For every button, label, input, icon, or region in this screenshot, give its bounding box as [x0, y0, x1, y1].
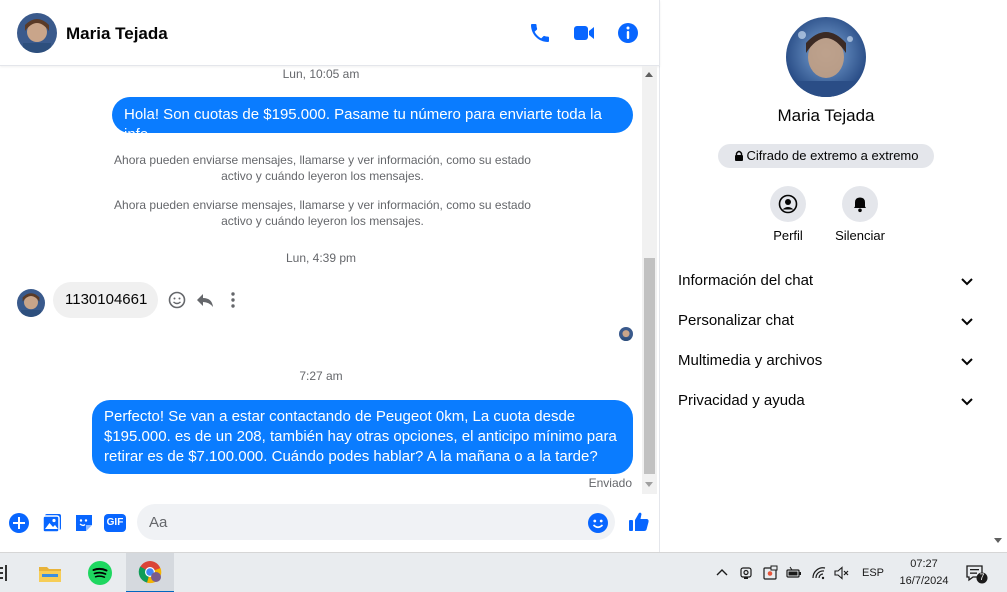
chrome-icon — [138, 561, 162, 584]
contact-avatar-small[interactable] — [17, 289, 45, 317]
read-receipt-avatar — [619, 327, 633, 341]
mute-button[interactable] — [842, 186, 878, 222]
attach-image-icon[interactable] — [41, 512, 63, 534]
bell-icon — [854, 197, 866, 213]
outgoing-message[interactable]: Hola! Son cuotas de $195.000. Pasame tu … — [112, 97, 633, 143]
profile-button[interactable] — [770, 186, 806, 222]
chevron-down-icon — [961, 358, 973, 366]
phone-icon[interactable] — [528, 21, 552, 45]
app-tray-icon[interactable] — [762, 565, 778, 581]
contact-avatar[interactable] — [17, 13, 57, 53]
message-text: $195.000. es de un 208, también hay otra… — [104, 428, 617, 445]
profile-photo[interactable] — [786, 17, 866, 97]
section-label: Información del chat — [678, 272, 814, 289]
scroll-thumb[interactable] — [644, 258, 655, 474]
incoming-message[interactable]: 1130104661 — [53, 282, 158, 318]
section-chat-info[interactable]: Información del chat — [661, 261, 991, 301]
wifi-icon[interactable] — [811, 565, 827, 581]
chevron-up-icon[interactable] — [714, 565, 730, 581]
section-media-files[interactable]: Multimedia y archivos — [661, 341, 991, 381]
messenger-window: Maria Tejada Lun, 10:05 am Hola! Son cuo… — [0, 0, 1007, 592]
profile-label[interactable]: Perfil — [758, 228, 818, 243]
message-text: 1130104661 — [65, 291, 148, 308]
reply-icon[interactable] — [195, 290, 215, 310]
sent-status: Enviado — [588, 476, 632, 490]
message-text: Hola! Son cuotas de $195.000. Pasame tu … — [124, 106, 602, 143]
section-label: Multimedia y archivos — [678, 352, 823, 369]
composer: GIF — [0, 496, 660, 552]
message-text: retirar es de $7.100.000. Cuándo podes h… — [104, 448, 598, 465]
system-message: Ahora pueden enviarse mensajes, llamarse… — [90, 152, 555, 184]
notification-count: 7 — [979, 572, 985, 582]
info-scroll-down-arrow[interactable] — [994, 538, 1002, 543]
volume-muted-icon[interactable] — [833, 565, 849, 581]
chevron-down-icon — [961, 278, 973, 286]
gif-icon[interactable]: GIF — [104, 512, 126, 534]
gif-label: GIF — [104, 514, 126, 532]
add-more-icon[interactable] — [8, 512, 30, 534]
file-explorer-icon[interactable] — [38, 553, 66, 592]
scroll-up-arrow[interactable] — [645, 72, 653, 77]
chevron-down-icon — [961, 398, 973, 406]
timestamp: Lun, 4:39 pm — [285, 251, 357, 265]
notification-center-icon[interactable]: 7 — [965, 564, 989, 584]
camera-tray-icon[interactable] — [738, 565, 754, 581]
lock-icon — [734, 150, 743, 161]
system-message-line: Ahora pueden enviarse mensajes, llamarse… — [114, 198, 531, 212]
like-thumb-icon[interactable] — [627, 510, 651, 534]
battery-icon[interactable] — [786, 565, 802, 581]
message-text: Perfecto! Se van a estar contactando de … — [104, 408, 576, 425]
section-label: Personalizar chat — [678, 312, 794, 329]
timestamp: 7:27 am — [299, 369, 343, 383]
mute-label[interactable]: Silenciar — [830, 228, 890, 243]
more-options-icon[interactable] — [223, 290, 243, 310]
system-message-line: activo y cuándo leyeron los mensajes. — [221, 214, 424, 228]
encryption-badge[interactable]: Cifrado de extremo a extremo — [718, 144, 934, 168]
system-message: Ahora pueden enviarse mensajes, llamarse… — [90, 197, 555, 229]
outgoing-message[interactable]: Perfecto! Se van a estar contactando de … — [92, 400, 633, 474]
message-list[interactable]: Lun, 10:05 am Hola! Son cuotas de $195.0… — [0, 66, 642, 494]
windows-taskbar: ESP 07:27 16/7/2024 7 — [0, 552, 1007, 592]
info-icon[interactable] — [616, 21, 640, 45]
chrome-taskbar-button[interactable] — [126, 553, 174, 592]
emoji-icon[interactable] — [587, 512, 609, 534]
react-emoji-icon[interactable] — [167, 290, 187, 310]
message-input[interactable] — [137, 504, 615, 540]
section-privacy-help[interactable]: Privacidad y ayuda — [661, 381, 991, 421]
chat-header: Maria Tejada — [0, 0, 660, 66]
sticker-icon[interactable] — [73, 512, 95, 534]
spotify-icon[interactable] — [88, 553, 116, 592]
contact-name[interactable]: Maria Tejada — [66, 24, 168, 44]
clock-date[interactable]: 16/7/2024 — [893, 575, 955, 587]
profile-name: Maria Tejada — [777, 106, 875, 125]
clock-time[interactable]: 07:27 — [896, 558, 952, 570]
scroll-down-arrow[interactable] — [645, 482, 653, 487]
language-indicator[interactable]: ESP — [862, 567, 884, 579]
video-icon[interactable] — [572, 21, 596, 45]
user-circle-icon — [778, 194, 798, 214]
encryption-label: Cifrado de extremo a extremo — [746, 148, 919, 163]
chat-scrollbar[interactable] — [642, 66, 657, 494]
conversation-info-panel: Maria Tejada Cifrado de extremo a extrem… — [661, 0, 1007, 552]
timestamp: Lun, 10:05 am — [282, 67, 360, 81]
section-label: Privacidad y ayuda — [678, 392, 805, 409]
system-message-line: activo y cuándo leyeron los mensajes. — [221, 169, 424, 183]
section-customize-chat[interactable]: Personalizar chat — [661, 301, 991, 341]
task-view-icon[interactable] — [0, 553, 12, 592]
chevron-down-icon — [961, 318, 973, 326]
chat-pane: Maria Tejada Lun, 10:05 am Hola! Son cuo… — [0, 0, 660, 552]
system-message-line: Ahora pueden enviarse mensajes, llamarse… — [114, 153, 531, 167]
